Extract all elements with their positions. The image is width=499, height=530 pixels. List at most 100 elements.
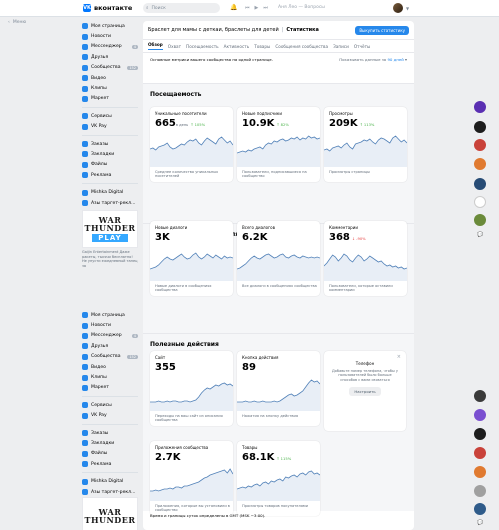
metric-card[interactable]: Новые диалоги 3K Новые диалоги в сообщения…: [150, 221, 233, 296]
sidebar-item[interactable]: Заказы: [82, 139, 138, 149]
metric-card[interactable]: Всего диалогов 6.2K Все диалоги в сообщени…: [237, 221, 320, 296]
sidebar-item[interactable]: Заказы: [82, 428, 138, 438]
sparkline-area: [150, 137, 233, 167]
sidebar-item[interactable]: Сообщества 152: [82, 352, 138, 362]
buy-statistics-button[interactable]: Выкупить статистику: [355, 25, 409, 35]
chat-avatar[interactable]: [474, 101, 486, 113]
metric-caption: Просмотры страницы: [329, 170, 370, 174]
sidebar-item[interactable]: VK Pay: [82, 122, 138, 132]
chat-avatar[interactable]: [474, 485, 486, 497]
play-icon[interactable]: ▶: [255, 5, 259, 11]
metric-card[interactable]: Сайт 355 Переходы на ваш сайт из описания …: [150, 351, 233, 426]
community-name[interactable]: Браслет для мамы с деткаи, браслеты для …: [148, 27, 279, 33]
sidebar-item[interactable]: Реклама: [82, 459, 138, 469]
metric-card[interactable]: Комментарии 368 ↓ -90% Пользователи, которы…: [324, 221, 407, 296]
vk-logo[interactable]: VK вконтакте: [83, 4, 132, 12]
bell-icon[interactable]: 🔔: [230, 4, 237, 11]
sidebar-item[interactable]: Сообщества 152: [82, 63, 138, 73]
sidebar-item[interactable]: Mishka Digital: [82, 187, 138, 197]
sidebar-item[interactable]: Моя страница: [82, 310, 138, 320]
sidebar-item-label: Mishka Digital: [91, 479, 124, 485]
metric-card[interactable]: Кнопка действия 89 Нажатия на кнопку дейст…: [237, 351, 320, 426]
sidebar-item[interactable]: Видео: [82, 362, 138, 372]
chevron-left-icon: ‹: [8, 20, 10, 25]
chat-avatar[interactable]: [474, 139, 486, 151]
metric-value: 665в день ↑ 105%: [155, 118, 205, 129]
chat-avatar[interactable]: [474, 390, 486, 402]
audio-player: ⏮ ▶ ⏭: [245, 5, 268, 11]
sidebar-item[interactable]: Друзья: [82, 52, 138, 62]
sidebar-item[interactable]: Реклама: [82, 170, 138, 180]
tab-item[interactable]: Отчёты: [354, 44, 371, 49]
chat-avatar[interactable]: [474, 178, 486, 190]
sidebar-item[interactable]: Моя страница: [82, 21, 138, 31]
sidebar-item[interactable]: Файлы: [82, 449, 138, 459]
sidebar-item[interactable]: Клипы: [82, 83, 138, 93]
chat-avatar[interactable]: [474, 214, 486, 226]
game-ad[interactable]: WAR THUNDER PLAY Gaijin Entertainment Да…: [82, 210, 138, 268]
tab-item[interactable]: Товары: [254, 44, 270, 49]
tab-item[interactable]: Посещаемость: [186, 44, 219, 49]
tab-item[interactable]: Охват: [168, 44, 181, 49]
prev-track-icon[interactable]: ⏮: [245, 5, 250, 11]
sidebar-item[interactable]: Видео: [82, 73, 138, 83]
user-menu[interactable]: ▼: [393, 3, 409, 13]
sidebar-item[interactable]: Друзья: [82, 341, 138, 351]
metric-card[interactable]: Товары 68.1K ↑ 115% Просмотры товаров покуп…: [237, 441, 320, 516]
sidebar-item[interactable]: Маркет: [82, 383, 138, 393]
sidebar-item-icon: [82, 200, 88, 207]
sidebar-item[interactable]: Файлы: [82, 160, 138, 170]
sidebar-item-label: VK Pay: [91, 413, 107, 419]
sidebar-item[interactable]: Mishka Digital: [82, 476, 138, 486]
sidebar-item[interactable]: Новости: [82, 320, 138, 330]
sidebar-item[interactable]: VK Pay: [82, 411, 138, 421]
ad-play-button[interactable]: PLAY: [92, 234, 128, 242]
tab-item[interactable]: Сообщения сообщества: [275, 44, 328, 49]
sidebar-item-icon: [82, 461, 88, 468]
chat-avatar[interactable]: [474, 447, 486, 459]
sidebar-item[interactable]: Сервисы: [82, 111, 138, 121]
chat-avatar[interactable]: [474, 466, 486, 478]
setup-phone-button[interactable]: Настроить: [349, 386, 381, 396]
sidebar-item[interactable]: Мессенджер 4: [82, 42, 138, 52]
chat-avatar[interactable]: [474, 196, 486, 208]
tab-item[interactable]: Активность: [224, 44, 250, 49]
metric-card[interactable]: Приложения сообщества 2.7K Приложения, кот…: [150, 441, 233, 516]
next-track-icon[interactable]: ⏭: [263, 5, 268, 11]
sparkline-area: [150, 253, 233, 281]
sidebar-item[interactable]: Закладки: [82, 149, 138, 159]
ad-banner[interactable]: WAR THUNDER: [82, 497, 138, 530]
chat-avatar[interactable]: [474, 409, 486, 421]
metric-card[interactable]: Уникальные посетители 665в день ↑ 105% Сред…: [150, 107, 233, 182]
chat-avatar[interactable]: [474, 428, 486, 440]
sidebar-item[interactable]: Мессенджер 4: [82, 331, 138, 341]
close-icon[interactable]: ×: [397, 354, 401, 360]
period-selector[interactable]: Показывать данные за 90 дней ▾: [339, 57, 407, 62]
metric-card[interactable]: Просмотры 209K ↑ 113% Просмотры страницы: [324, 107, 407, 182]
game-ad-repeat[interactable]: WAR THUNDER: [82, 497, 138, 530]
sidebar-item-icon: [82, 189, 88, 196]
sidebar-item-icon: [82, 374, 88, 381]
sidebar-item[interactable]: Закладки: [82, 438, 138, 448]
now-playing-title[interactable]: Аня Лео — Вопросы: [278, 5, 325, 10]
sidebar-item[interactable]: Новости: [82, 31, 138, 41]
search-input[interactable]: ⌕ Поиск: [143, 3, 220, 13]
sidebar-item[interactable]: Сервисы: [82, 400, 138, 410]
sidebar-item-icon: [82, 75, 88, 82]
ad-banner[interactable]: WAR THUNDER PLAY: [82, 210, 138, 248]
metric-card[interactable]: Новые подписчики 10.9K ↑ 82% Пользователи, …: [237, 107, 320, 182]
sidebar-item[interactable]: Азы таргет-рекл...: [82, 198, 138, 208]
chat-avatar[interactable]: [474, 503, 486, 515]
chat-avatar[interactable]: [474, 121, 486, 133]
sidebar-item[interactable]: Азы таргет-рекл...: [82, 487, 138, 497]
sidebar-item-icon: [82, 151, 88, 158]
sidebar-item[interactable]: Маркет: [82, 94, 138, 104]
chat-avatar[interactable]: [474, 158, 486, 170]
chat-bubble-icon[interactable]: 💬: [477, 232, 483, 238]
back-to-menu-link[interactable]: ‹ Меню: [8, 20, 26, 25]
tab-item[interactable]: Записи: [333, 44, 349, 49]
tab-item[interactable]: Обзор: [148, 42, 163, 50]
sidebar-item[interactable]: Клипы: [82, 372, 138, 382]
chat-bubble-icon[interactable]: 💬: [477, 520, 483, 526]
phone-setup-card: × Телефон Добавьте номер телефона, чтобы у…: [324, 351, 406, 431]
